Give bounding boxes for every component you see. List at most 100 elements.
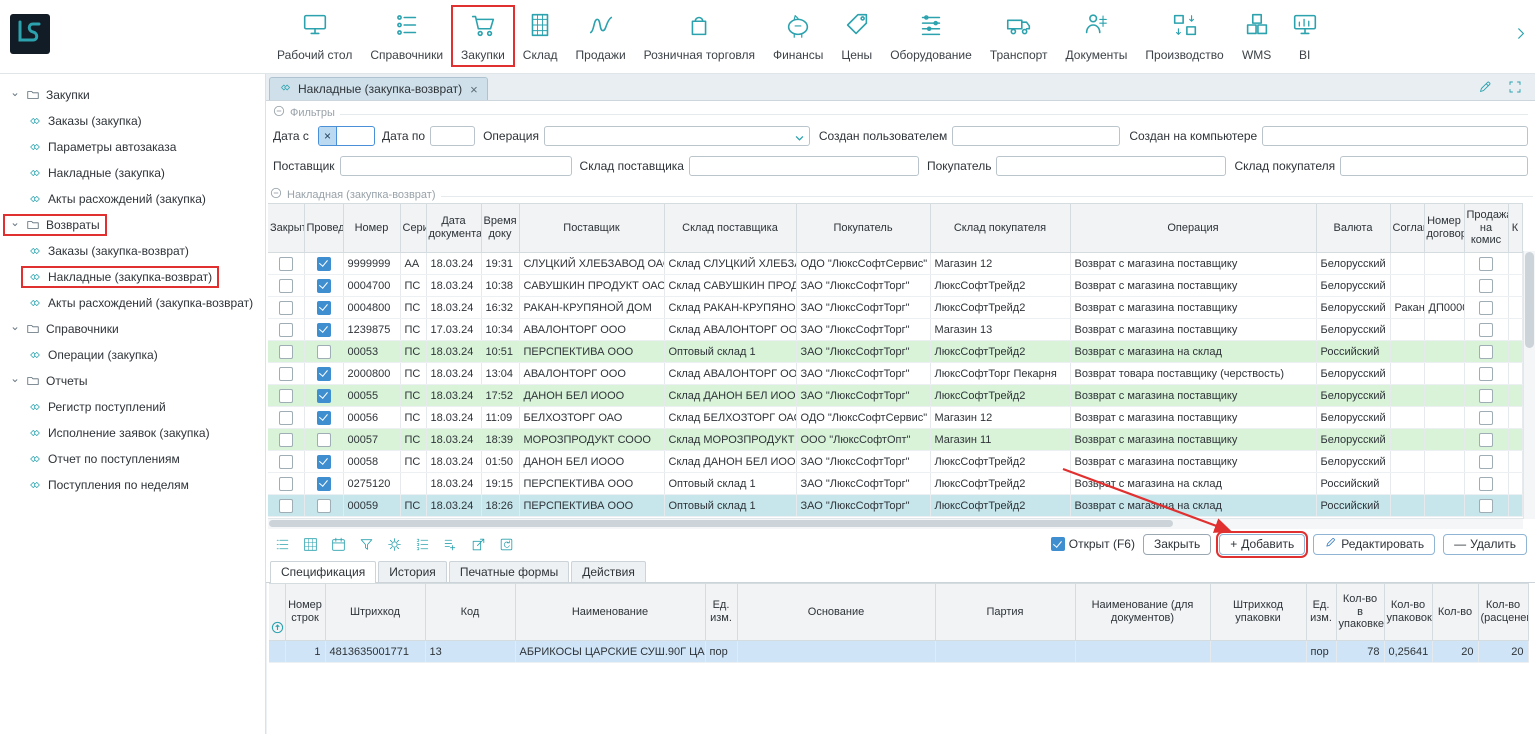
checkbox-icon[interactable] [317,477,331,491]
cell[interactable]: 4813635001771 [325,641,425,663]
cell[interactable] [1390,275,1424,297]
cell[interactable] [1508,297,1522,319]
cell[interactable]: 01:50 [481,451,519,473]
cell[interactable]: Белорусский [1316,253,1390,275]
cell[interactable] [1508,363,1522,385]
module-item-production[interactable]: Производство [1136,6,1232,66]
cell[interactable]: ЛюксСофтТрейд2 [930,275,1070,297]
cell[interactable]: Возврат с магазина поставщику [1070,253,1316,275]
cell[interactable]: 18.03.24 [426,275,481,297]
cell[interactable] [304,407,343,429]
column-header[interactable]: Номер договора [1424,204,1464,253]
cell[interactable] [268,451,304,473]
cell[interactable]: Возврат с магазина поставщику [1070,297,1316,319]
cell[interactable]: Магазин 12 [930,407,1070,429]
collapse-invoices-icon[interactable] [270,186,282,204]
cell[interactable] [1508,451,1522,473]
cell[interactable] [304,429,343,451]
delete-button[interactable]: —Удалить [1443,534,1527,555]
sidebar-item[interactable]: Заказы (закупка) [0,108,265,134]
cell[interactable] [304,253,343,275]
cell[interactable]: 16:32 [481,297,519,319]
cell[interactable]: ЗАО "ЛюксСофтТорг" [796,473,930,495]
checkbox-icon[interactable] [1479,323,1493,337]
cell[interactable]: 1 [285,641,325,663]
cell[interactable]: САВУШКИН ПРОДУКТ ОАО [519,275,664,297]
sidebar-item[interactable]: Накладные (закупка) [0,160,265,186]
cell[interactable]: ДАНОН БЕЛ ИООО [519,385,664,407]
module-item-prices[interactable]: Цены [832,6,881,66]
module-item-finance[interactable]: Финансы [764,6,832,66]
gear-icon[interactable] [386,536,403,553]
cell[interactable] [1390,429,1424,451]
cell[interactable]: 0004800 [343,297,400,319]
cell[interactable]: 17.03.24 [426,319,481,341]
cell[interactable]: 00055 [343,385,400,407]
cell[interactable]: 18.03.24 [426,363,481,385]
created-user-input[interactable] [952,126,1120,146]
cell[interactable]: 18.03.24 [426,253,481,275]
invoice-row[interactable]: 1239875ПС17.03.2410:34АВАЛОНТОРГ ОООСкла… [268,319,1522,341]
cell[interactable]: Возврат с магазина на склад [1070,341,1316,363]
cell[interactable]: Возврат товара поставщику (черствость) [1070,363,1316,385]
cell[interactable] [1464,495,1508,517]
column-header[interactable]: Ед. изм. [1306,584,1336,641]
checkbox-icon[interactable] [1479,499,1493,513]
tab-close-icon[interactable]: × [470,82,478,97]
date-to-input[interactable] [430,126,475,146]
cell[interactable]: ООО "ЛюксСофтОпт" [796,429,930,451]
module-item-warehouse[interactable]: Склад [514,6,567,66]
cell[interactable]: ЛюксСофтТрейд2 [930,473,1070,495]
numbered-list-icon[interactable] [414,536,431,553]
cell[interactable]: 18.03.24 [426,451,481,473]
cell[interactable] [1508,473,1522,495]
cell[interactable]: ДАНОН БЕЛ ИООО [519,451,664,473]
cell[interactable]: Склад БЕЛХОЗТОРГ ОАО [664,407,796,429]
invoice-row[interactable]: 2000800ПС18.03.2413:04АВАЛОНТОРГ ОООСкла… [268,363,1522,385]
cell[interactable]: 10:38 [481,275,519,297]
vertical-scrollbar[interactable] [1523,251,1535,519]
cell[interactable] [268,429,304,451]
cell[interactable]: ПЕРСПЕКТИВА ООО [519,473,664,495]
cell[interactable]: ЛюксСофтТорг Пекарня [930,363,1070,385]
checkbox-icon[interactable] [279,367,293,381]
checkbox-icon[interactable] [1479,345,1493,359]
cell[interactable]: 19:31 [481,253,519,275]
cell[interactable]: Склад САВУШКИН ПРОДУКТ [664,275,796,297]
cell[interactable] [737,641,935,663]
cell[interactable]: ЗАО "ЛюксСофтТорг" [796,385,930,407]
invoice-row[interactable]: 00053ПС18.03.2410:51ПЕРСПЕКТИВА ООООптов… [268,341,1522,363]
checkbox-icon[interactable] [317,301,331,315]
column-header[interactable]: Дата документа [426,204,481,253]
detail-tab-1[interactable]: Спецификация [270,561,376,583]
cell[interactable] [400,473,426,495]
cell[interactable]: Возврат с магазина поставщику [1070,385,1316,407]
column-header[interactable]: Серия [400,204,426,253]
cell[interactable]: 10:34 [481,319,519,341]
cell[interactable] [268,385,304,407]
column-header[interactable]: Проведен [304,204,343,253]
cell[interactable]: ПС [400,341,426,363]
cell[interactable] [1508,341,1522,363]
column-header[interactable]: Код [425,584,515,641]
cell[interactable]: Оптовый склад 1 [664,495,796,517]
cell[interactable]: Склад МОРОЗПРОДУКТ [664,429,796,451]
cell[interactable]: 13:04 [481,363,519,385]
column-header[interactable]: Соглашение [1390,204,1424,253]
cell[interactable]: Российский [1316,495,1390,517]
cell[interactable]: Оптовый склад 1 [664,341,796,363]
invoice-row[interactable]: 00059ПС18.03.2418:26ПЕРСПЕКТИВА ООООптов… [268,495,1522,517]
checkbox-icon[interactable] [1479,257,1493,271]
app-logo-icon[interactable] [10,14,50,59]
cell[interactable] [1424,253,1464,275]
checkbox-icon[interactable] [317,499,331,513]
checkbox-icon[interactable] [279,257,293,271]
column-header[interactable]: Поставщик [519,204,664,253]
cell[interactable]: Склад ДАНОН БЕЛ ИООО [664,451,796,473]
sidebar-item[interactable]: Акты расхождений (закупка-возврат) [0,290,265,316]
cell[interactable]: ОДО "ЛюксСофтСервис" [796,407,930,429]
checkbox-icon[interactable] [279,301,293,315]
cell[interactable] [1464,253,1508,275]
window-widget-icon[interactable] [1514,26,1529,46]
checkbox-icon[interactable] [1479,477,1493,491]
